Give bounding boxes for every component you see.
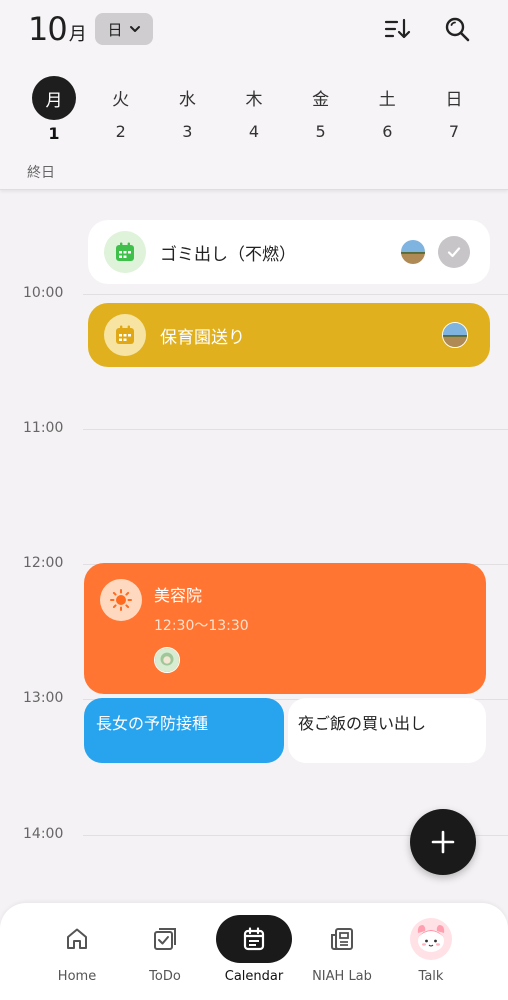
checkmark-icon — [447, 247, 461, 258]
event-title: 保育園送り — [160, 327, 245, 348]
calendar-icon — [216, 915, 292, 963]
sort-icon — [384, 18, 411, 39]
home-icon — [39, 915, 115, 963]
event-card-gomi[interactable]: ゴミ出し（不燃） — [88, 220, 490, 284]
hour-label: 13:00 — [23, 690, 64, 706]
nav-niah-lab[interactable]: NIAH Lab — [299, 915, 385, 984]
day-number: 1 — [48, 124, 60, 143]
day-number: 3 — [182, 122, 193, 141]
event-title: 夜ご飯の買い出し — [298, 714, 427, 733]
todo-icon — [127, 915, 203, 963]
sort-button[interactable] — [382, 14, 412, 44]
search-icon — [445, 17, 470, 42]
week-strip: 月 1 火 2 水 3 木 4 金 5 土 6 日 7 — [21, 76, 487, 143]
day-number: 7 — [448, 122, 460, 141]
hour-divider — [83, 429, 508, 430]
view-mode-label: 日 — [107, 20, 123, 39]
calendar-icon — [104, 231, 146, 273]
complete-checkbox[interactable] — [438, 236, 470, 268]
nav-label: Home — [57, 969, 97, 984]
nav-talk[interactable]: Talk — [388, 915, 474, 984]
hour-label: 12:00 — [23, 555, 64, 571]
all-day-label: 終日 — [27, 165, 55, 181]
search-button[interactable] — [442, 14, 472, 44]
event-title: 長女の予防接種 — [96, 714, 209, 733]
event-card-hoiku[interactable]: 保育園送り — [88, 303, 490, 367]
news-icon — [304, 915, 380, 963]
event-time: 12:30～13:30 — [154, 618, 249, 634]
day-saturday[interactable]: 土 6 — [354, 76, 420, 143]
month-title[interactable]: 10 月 — [28, 10, 87, 48]
nav-calendar[interactable]: Calendar — [211, 915, 297, 984]
event-card-vaccination[interactable]: 長女の予防接種 — [84, 698, 284, 763]
nav-home[interactable]: Home — [34, 915, 120, 984]
day-of-week: 水 — [178, 89, 196, 110]
day-of-week: 土 — [378, 89, 396, 110]
mascot-icon — [393, 915, 469, 963]
day-of-week: 日 — [445, 89, 463, 110]
event-card-biyo[interactable]: 美容院 12:30～13:30 — [84, 563, 486, 694]
calendar-header: 10 月 日 月 1 火 2 水 3 木 4 金 5 土 6 日 7 終日 — [0, 0, 508, 190]
bottom-navigation: Home ToDo Calendar NIAH Lab Talk — [0, 903, 508, 1000]
day-friday[interactable]: 金 5 — [288, 76, 354, 143]
nav-label: Calendar — [224, 969, 284, 984]
event-title: 美容院 — [154, 586, 203, 605]
hour-label: 11:00 — [23, 420, 64, 436]
day-tuesday[interactable]: 火 2 — [88, 76, 154, 143]
avatar — [442, 322, 468, 348]
day-number: 5 — [315, 122, 326, 141]
hour-divider — [83, 294, 508, 295]
avatar — [400, 239, 426, 265]
day-number: 2 — [115, 122, 126, 141]
day-of-week: 木 — [245, 89, 263, 110]
chevron-down-icon — [129, 26, 140, 32]
day-monday[interactable]: 月 1 — [21, 76, 87, 143]
day-of-week: 月 — [32, 76, 76, 120]
view-mode-dropdown[interactable]: 日 — [95, 13, 153, 45]
day-sunday[interactable]: 日 7 — [421, 76, 487, 143]
day-of-week: 金 — [312, 89, 330, 110]
day-number: 4 — [248, 122, 260, 141]
event-card-dinner-shopping[interactable]: 夜ご飯の買い出し — [288, 698, 486, 763]
calendar-icon — [104, 314, 146, 356]
avatar — [154, 647, 180, 673]
day-thursday[interactable]: 木 4 — [221, 76, 287, 143]
hour-label: 14:00 — [23, 826, 64, 842]
event-title: ゴミ出し（不燃） — [160, 244, 296, 265]
day-of-week: 火 — [112, 89, 130, 110]
day-wednesday[interactable]: 水 3 — [154, 76, 220, 143]
nav-label: Talk — [418, 969, 444, 984]
plus-icon — [431, 830, 455, 854]
nav-todo[interactable]: ToDo — [122, 915, 208, 984]
sun-icon — [100, 579, 142, 621]
nav-label: NIAH Lab — [312, 969, 372, 984]
hour-label: 10:00 — [23, 285, 64, 301]
nav-label: ToDo — [149, 969, 181, 984]
add-event-button[interactable] — [410, 809, 476, 875]
day-number: 6 — [382, 122, 393, 141]
